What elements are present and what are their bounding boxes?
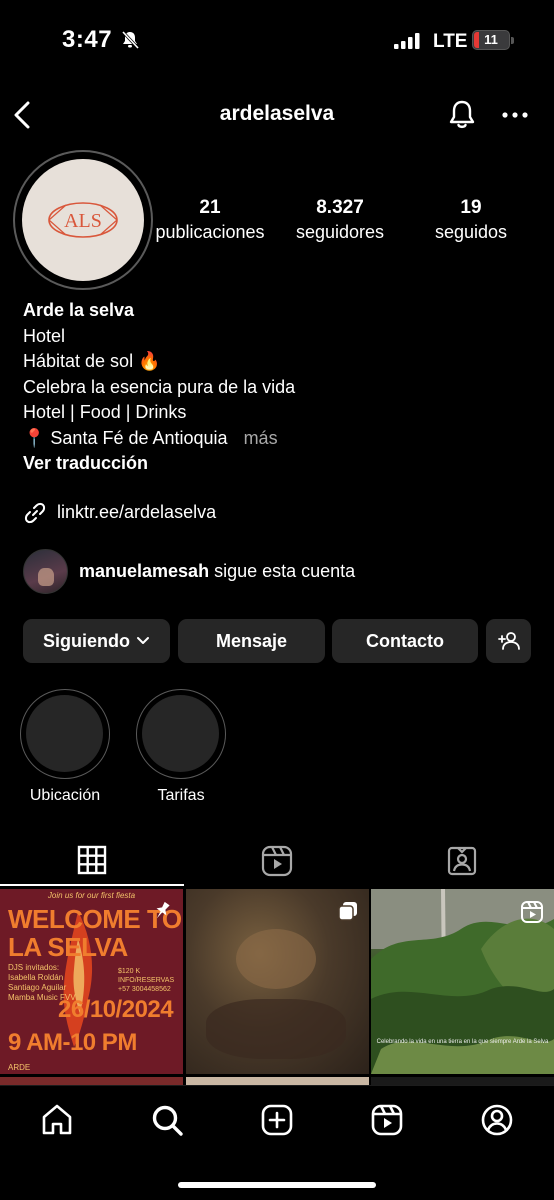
reels-icon: [261, 845, 293, 877]
contact-button-label: Contacto: [366, 630, 444, 651]
status-bar: 3:47 LTE 11: [0, 0, 554, 80]
following-button[interactable]: Siguiendo: [23, 619, 170, 663]
bio-more-link[interactable]: más: [244, 428, 278, 448]
post-thumbnail[interactable]: Celebrando la vida en una tierra en la q…: [371, 889, 554, 1074]
profile-name: Arde la selva: [23, 300, 135, 320]
highlight-label: Ubicación: [29, 787, 101, 804]
poster-footer: ARDE: [8, 1063, 31, 1072]
post-caption: Celebrando la vida en una tierra en la q…: [376, 1039, 549, 1045]
bio-line: Hotel | Food | Drinks: [23, 402, 187, 422]
following-button-label: Siguiendo: [43, 630, 130, 651]
see-translation-link[interactable]: Ver traducción: [23, 451, 295, 477]
home-icon: [42, 1104, 72, 1135]
reels-icon: [371, 1104, 403, 1136]
highlight-ubicacion[interactable]: Ubicación: [20, 689, 110, 805]
stat-following[interactable]: 19 seguidos: [428, 196, 514, 244]
bio-line: Celebra la esencia pura de la vida: [23, 376, 296, 397]
profile-header: ardelaselva: [0, 90, 554, 140]
highlight-cover: [26, 695, 103, 772]
battery-level: 11: [484, 32, 498, 47]
highlight-ring: [136, 689, 226, 779]
bio-line: Hotel: [23, 325, 66, 346]
carousel-icon: [338, 902, 357, 921]
stat-value: 21: [199, 197, 221, 218]
follower-username: manuelamesah: [79, 561, 210, 581]
profile-avatar[interactable]: ALS: [22, 159, 144, 281]
battery-tip: [511, 37, 514, 44]
bio-line: Hábitat de sol 🔥: [23, 351, 161, 371]
bell-icon[interactable]: [446, 98, 478, 132]
stat-posts[interactable]: 21 publicaciones: [150, 196, 270, 244]
poster-hours: 9 AM-10 PM: [8, 1029, 137, 1056]
follower-caption: sigue esta cuenta: [214, 561, 356, 581]
poster-info: $120 K INFO/RESERVAS +57 3004458562: [118, 968, 175, 993]
create-icon: [261, 1104, 293, 1136]
stat-followers[interactable]: 8.327 seguidores: [290, 196, 390, 244]
nav-create[interactable]: [257, 1100, 297, 1140]
stat-value: 8.327: [316, 197, 364, 218]
bio-location-line: 📍 Santa Fé de Antioquia más: [23, 426, 295, 452]
network-label: LTE: [433, 31, 468, 52]
avatar-monogram: ALS: [64, 210, 102, 232]
grid-icon: [77, 845, 107, 875]
stat-label: seguidores: [295, 222, 385, 242]
post-thumbnail[interactable]: [186, 889, 369, 1074]
nav-home[interactable]: [37, 1100, 77, 1140]
tab-posts[interactable]: [0, 836, 184, 886]
bell-slash-icon: [121, 30, 140, 50]
highlight-label: Tarifas: [157, 787, 205, 804]
followed-by-text: manuelamesah sigue esta cuenta: [79, 561, 355, 582]
pin-icon: [156, 901, 170, 919]
battery-icon: 11: [472, 30, 510, 50]
posts-grid: Join us for our first fiesta WELCOME TO …: [0, 889, 554, 1085]
suggested-users-button[interactable]: [486, 619, 531, 663]
highlight-cover: [142, 695, 219, 772]
nav-search[interactable]: [147, 1100, 187, 1140]
profile-tabs: [0, 836, 554, 886]
blurred-image: [206, 999, 346, 1059]
poster-top-text: Join us for our first fiesta: [47, 891, 136, 900]
message-button[interactable]: Mensaje: [178, 619, 325, 663]
post-thumbnail-partial[interactable]: [371, 1077, 554, 1085]
post-thumbnail[interactable]: Join us for our first fiesta WELCOME TO …: [0, 889, 183, 1074]
profile-icon: [481, 1104, 513, 1136]
message-button-label: Mensaje: [215, 630, 288, 651]
link-text: linktr.ee/ardelaselva: [57, 502, 217, 522]
poster-date: 26/10/2024: [58, 996, 174, 1023]
followed-by-row[interactable]: manuelamesah sigue esta cuenta: [23, 549, 523, 595]
post-thumbnail-partial[interactable]: [0, 1077, 183, 1085]
post-thumbnail-partial[interactable]: [186, 1077, 369, 1085]
nav-reels[interactable]: [367, 1100, 407, 1140]
stat-label: publicaciones: [155, 222, 265, 242]
follower-avatar: [23, 549, 68, 594]
chevron-down-icon: [137, 637, 149, 644]
link-icon: [24, 502, 46, 524]
profile-bio: Arde la selva Hotel Hábitat de sol 🔥 Cel…: [23, 298, 295, 477]
tab-reels[interactable]: [185, 836, 369, 886]
highlight-tarifas[interactable]: Tarifas: [136, 689, 226, 805]
more-icon[interactable]: [500, 104, 530, 126]
search-icon: [152, 1105, 183, 1136]
nav-profile[interactable]: [477, 1100, 517, 1140]
add-user-icon: [497, 632, 520, 650]
signal-icon: [394, 33, 420, 49]
stat-label: seguidos: [434, 222, 508, 242]
tagged-icon: [447, 846, 477, 876]
bio-line: 📍 Santa Fé de Antioquia: [23, 427, 228, 448]
reel-badge-icon: [521, 901, 543, 923]
home-indicator[interactable]: [178, 1182, 376, 1188]
blurred-image: [236, 929, 316, 989]
als-logo: ALS: [48, 202, 118, 238]
highlight-ring: [20, 689, 110, 779]
tab-tagged[interactable]: [370, 836, 554, 886]
status-time: 3:47: [62, 26, 113, 53]
contact-button[interactable]: Contacto: [332, 619, 478, 663]
stat-value: 19: [460, 197, 482, 218]
